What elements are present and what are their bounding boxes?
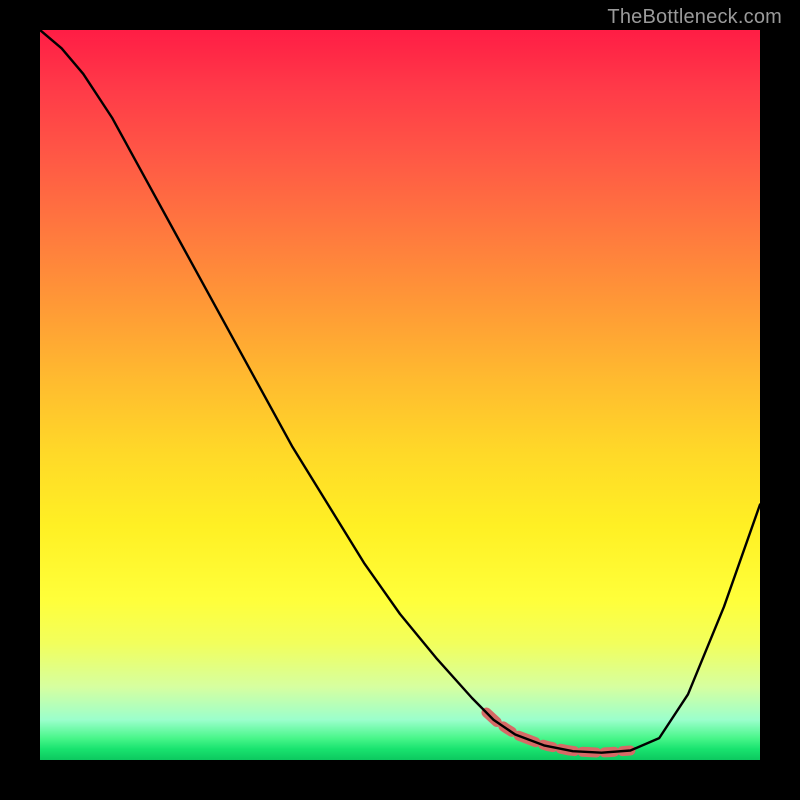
plot-area — [40, 30, 760, 760]
bottleneck-curve — [40, 30, 760, 753]
watermark-text: TheBottleneck.com — [607, 6, 782, 29]
curve-layer — [40, 30, 760, 760]
chart-frame: TheBottleneck.com — [0, 0, 800, 800]
optimal-range-marker — [486, 713, 630, 753]
